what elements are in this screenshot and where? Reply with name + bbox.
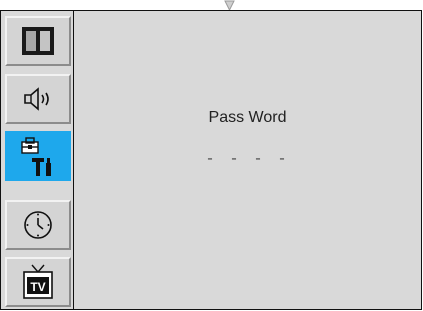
sidebar-item-picture[interactable] (5, 16, 71, 66)
tv-icon: TV (23, 264, 53, 299)
password-field[interactable]: - - - - (74, 151, 421, 168)
speaker-icon (24, 87, 49, 111)
clock-icon (24, 211, 52, 239)
menu-sidebar: TV (1, 11, 74, 309)
sidebar-item-timer[interactable] (5, 200, 71, 250)
sidebar-item-tv[interactable]: TV (5, 257, 71, 307)
setup-content: Pass Word - - - - (74, 11, 421, 309)
sidebar-item-setup[interactable] (5, 131, 71, 181)
sidebar-item-sound[interactable] (5, 74, 71, 124)
tools-icon (21, 137, 51, 176)
picture-icon (22, 27, 54, 55)
osd-menu: TV Pass Word - - - - (0, 10, 422, 310)
password-label: Pass Word (208, 109, 287, 126)
tv-icon-label: TV (30, 280, 45, 294)
